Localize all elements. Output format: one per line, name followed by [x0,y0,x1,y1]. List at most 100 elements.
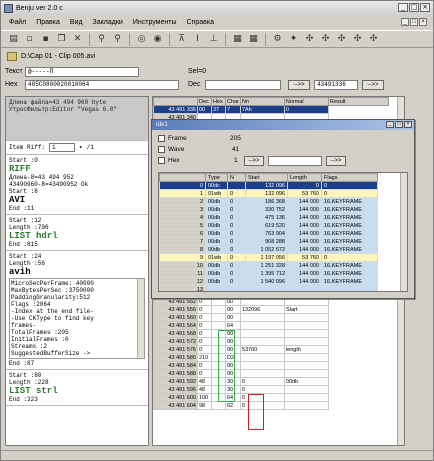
grid-cell[interactable]: 0 [239,385,285,394]
grid-cell[interactable]: 43 491 560 [153,313,198,322]
table-row[interactable]: 43 491 596 48 30 0 [153,385,389,394]
index-header-length[interactable]: Length [287,173,322,182]
grid-cell[interactable]: 0 [239,377,285,386]
index-cell[interactable]: 144 000 [287,229,322,238]
structure-panel[interactable]: Длина файла=43 494 960 byte УтросФильтр:… [5,96,149,446]
grid-cell[interactable]: 43 491 580 [153,353,198,362]
riff-block[interactable]: Start :0 RIFF Длина-8=43 494 952 4349096… [6,155,148,215]
grid-cell[interactable] [211,305,226,314]
index-cell[interactable]: 16,KEYFRAME [321,269,378,278]
grid-cell[interactable]: 7Ah [239,105,285,114]
grid-cell[interactable]: 43 491 584 [153,361,198,370]
grid-cell[interactable] [283,401,329,410]
index-cell[interactable]: 16,KEYFRAME [321,213,378,222]
index-cell[interactable]: 0 [287,181,322,190]
index-cell[interactable]: 16,KEYFRAME [321,245,378,254]
mdi-minimize-button[interactable]: _ [401,18,409,26]
index-header-type[interactable]: Type [205,173,228,182]
grid-cell[interactable]: 132096 [239,305,285,314]
index-row[interactable]: 1 01wb 0 132 096 53 760 0 [159,189,378,198]
item-riff-select[interactable]: 1 [49,143,76,152]
mark3-icon[interactable]: ✣ [335,33,348,46]
index-row[interactable]: 2 00db 0 186 368 144 000 16,KEYFRAME [159,197,378,206]
hex-checkbox[interactable] [158,157,165,164]
save-icon[interactable]: ▪ [39,33,52,46]
grid-cell[interactable]: 98 [197,401,212,410]
index-row[interactable]: 5 00db 0 619 520 144 000 16,KEYFRAME [159,221,378,230]
grid-cell[interactable]: 43 491 576 [153,345,198,354]
index-cell[interactable]: 763 904 [245,229,288,238]
grid-cell[interactable]: 64 [225,321,241,330]
grid-cell[interactable] [239,353,285,362]
grid-cell[interactable]: 43 491 556 [153,305,198,314]
table-row[interactable]: 43 491 336 00 37 7 7Ah 0 [153,105,389,114]
table-row[interactable]: 43 491 576 0 00 53760 length [153,345,389,354]
index-cell[interactable]: 01wb [205,253,228,262]
index-cell[interactable] [227,285,246,291]
index-cell[interactable]: 00db [205,237,228,246]
copy-icon[interactable]: ❐ [55,33,68,46]
grid2-icon[interactable]: ▦ [247,33,260,46]
index-cell[interactable]: 144 000 [287,197,322,206]
index-cell[interactable]: 16,KEYFRAME [321,229,378,238]
index-row[interactable]: 9 01wb 0 1 197 056 53 760 0 [159,253,378,262]
index-cell[interactable]: 8 [159,245,206,254]
grid-cell[interactable]: 0 [197,345,212,354]
index-cell[interactable] [227,181,246,190]
table-row[interactable]: 43 491 568 0 00 [153,329,389,338]
table-row[interactable]: 43 491 580 210 D2 [153,353,389,362]
index-cell[interactable]: 0 [227,197,246,206]
target-icon[interactable]: ◉ [151,33,164,46]
menu-help[interactable]: Справка [187,19,214,26]
mark2-icon[interactable]: ✣ [319,33,332,46]
dialog-go-button[interactable]: -->> [244,156,264,166]
index-cell[interactable]: 0 [227,253,246,262]
grid-cell[interactable]: 43 491 592 [153,377,198,386]
index-header-num[interactable]: N [227,173,246,182]
index-cell[interactable]: 00dc [205,181,228,190]
grid-cell[interactable]: 43 491 604 [153,401,198,410]
grid-header-hex[interactable]: Hex [211,97,226,106]
index-table[interactable]: Type N Start Length Flags 0 00dc 132 096 0 0… [158,172,408,292]
index-row[interactable]: 0 00dc 132 096 0 0 [159,181,378,190]
index-cell[interactable]: 144 000 [287,221,322,230]
table-row[interactable]: 43 491 584 0 00 [153,361,389,370]
index-cell[interactable]: 16,KEYFRAME [321,237,378,246]
index-cell[interactable]: 144 000 [287,237,322,246]
index-row[interactable]: 11 00db 0 1 395 712 144 000 16,KEYFRAME [159,269,378,278]
index-cell[interactable]: 619 520 [245,221,288,230]
index-cell[interactable]: 144 000 [287,277,322,286]
index-cell[interactable]: 16,KEYFRAME [321,197,378,206]
index-cell[interactable]: 16,KEYFRAME [321,261,378,270]
grid-cell[interactable]: 43 491 336 [153,105,198,114]
index-header-start[interactable]: Start [245,173,288,182]
index-row[interactable]: 12 00db 0 1 540 096 144 000 16,KEYFRAME [159,277,378,286]
grid-header-result[interactable]: Result [327,97,389,106]
hex-input[interactable]: 485C0800020010064 [25,80,179,90]
index-cell[interactable]: 330 752 [245,205,288,214]
grid-cell[interactable] [283,329,329,338]
index-row[interactable]: 8 00db 0 1 052 672 144 000 16,KEYFRAME [159,245,378,254]
index-cell[interactable]: 908 288 [245,237,288,246]
index-cell[interactable] [287,285,322,291]
index-cell[interactable]: 00db [205,269,228,278]
goto-button-2[interactable]: -->> [362,80,384,90]
grid-cell[interactable] [283,393,329,402]
index-cell[interactable]: 186 368 [245,197,288,206]
index-cell[interactable]: 0 [227,277,246,286]
index-row[interactable]: 3 00db 0 330 752 144 000 16,KEYFRAME [159,205,378,214]
index-cell[interactable]: 16,KEYFRAME [321,205,378,214]
index-cell[interactable]: 0 [321,189,378,198]
bookmark-icon[interactable]: ✦ [287,33,300,46]
grid-cell[interactable]: 43 491 572 [153,337,198,346]
dialog-minimize-button[interactable]: _ [386,121,394,128]
grid-header-char[interactable]: Char [225,97,241,106]
index-cell[interactable]: 10 [159,261,206,270]
column-icon[interactable]: Ι [191,33,204,46]
grid-cell[interactable] [239,369,285,378]
text-input[interactable]: @-----П [25,67,139,77]
index-cell[interactable]: 0 [321,253,378,262]
mdi-restore-button[interactable]: □ [410,18,418,26]
index-row[interactable]: 4 00db 0 475 136 144 000 16,KEYFRAME [159,213,378,222]
offset-input[interactable]: 43491336 [314,80,358,90]
